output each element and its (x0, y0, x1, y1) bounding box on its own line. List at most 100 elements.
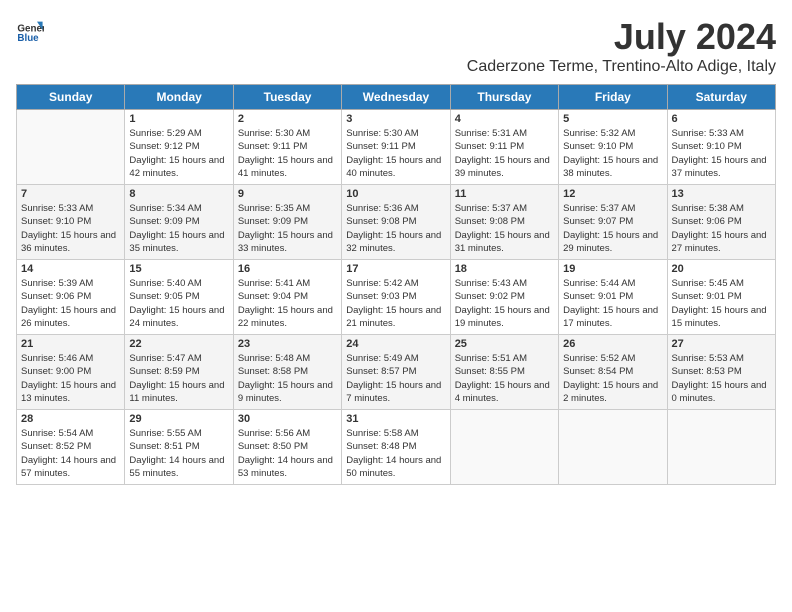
calendar-week-1: 1Sunrise: 5:29 AMSunset: 9:12 PMDaylight… (17, 110, 776, 185)
calendar-cell: 28 Sunrise: 5:54 AMSunset: 8:52 PMDayligh… (17, 410, 125, 485)
day-number: 7 (21, 188, 120, 200)
calendar-cell: 3Sunrise: 5:30 AMSunset: 9:11 PMDaylight… (342, 110, 450, 185)
day-number: 11 (455, 188, 554, 200)
day-number: 18 (455, 263, 554, 275)
calendar-cell: 17 Sunrise: 5:42 AMSunset: 9:03 PMDayligh… (342, 260, 450, 335)
day-number: 24 (346, 338, 445, 350)
day-info: Sunrise: 5:32 AMSunset: 9:10 PMDaylight:… (563, 127, 662, 180)
day-number: 17 (346, 263, 445, 275)
calendar-cell: 18 Sunrise: 5:43 AMSunset: 9:02 PMDayligh… (450, 260, 558, 335)
calendar-cell: 25 Sunrise: 5:51 AMSunset: 8:55 PMDayligh… (450, 335, 558, 410)
weekday-header-saturday: Saturday (667, 85, 775, 110)
day-number: 27 (672, 338, 771, 350)
day-info: Sunrise: 5:55 AMSunset: 8:51 PMDaylight:… (129, 427, 228, 480)
day-info: Sunrise: 5:53 AMSunset: 8:53 PMDaylight:… (672, 352, 771, 405)
calendar-cell: 13 Sunrise: 5:38 AMSunset: 9:06 PMDayligh… (667, 185, 775, 260)
calendar-week-3: 14 Sunrise: 5:39 AMSunset: 9:06 PMDayligh… (17, 260, 776, 335)
calendar-cell: 15Sunrise: 5:40 AMSunset: 9:05 PMDayligh… (125, 260, 233, 335)
calendar-cell: 16 Sunrise: 5:41 AMSunset: 9:04 PMDayligh… (233, 260, 341, 335)
day-number: 14 (21, 263, 120, 275)
calendar-cell: 9Sunrise: 5:35 AMSunset: 9:09 PMDaylight… (233, 185, 341, 260)
calendar-table: SundayMondayTuesdayWednesdayThursdayFrid… (16, 84, 776, 485)
day-info: Sunrise: 5:56 AMSunset: 8:50 PMDaylight:… (238, 427, 337, 480)
day-info: Sunrise: 5:35 AMSunset: 9:09 PMDaylight:… (238, 202, 337, 255)
day-number: 15 (129, 263, 228, 275)
day-info: Sunrise: 5:42 AMSunset: 9:03 PMDaylight:… (346, 277, 445, 330)
day-number: 21 (21, 338, 120, 350)
day-number: 19 (563, 263, 662, 275)
weekday-header-thursday: Thursday (450, 85, 558, 110)
calendar-cell: 27 Sunrise: 5:53 AMSunset: 8:53 PMDayligh… (667, 335, 775, 410)
day-info: Sunrise: 5:43 AMSunset: 9:02 PMDaylight:… (455, 277, 554, 330)
day-number: 16 (238, 263, 337, 275)
day-number: 20 (672, 263, 771, 275)
day-info: Sunrise: 5:46 AMSunset: 9:00 PMDaylight:… (21, 352, 120, 405)
calendar-cell (559, 410, 667, 485)
calendar-cell: 30Sunrise: 5:56 AMSunset: 8:50 PMDayligh… (233, 410, 341, 485)
day-number: 23 (238, 338, 337, 350)
day-info: Sunrise: 5:33 AMSunset: 9:10 PMDaylight:… (672, 127, 771, 180)
calendar-cell (17, 110, 125, 185)
calendar-cell: 31Sunrise: 5:58 AMSunset: 8:48 PMDayligh… (342, 410, 450, 485)
calendar-cell (450, 410, 558, 485)
day-info: Sunrise: 5:33 AMSunset: 9:10 PMDaylight:… (21, 202, 120, 255)
day-number: 28 (21, 413, 120, 425)
logo-icon: General Blue (16, 16, 44, 44)
day-number: 22 (129, 338, 228, 350)
day-number: 25 (455, 338, 554, 350)
calendar-cell: 14 Sunrise: 5:39 AMSunset: 9:06 PMDayligh… (17, 260, 125, 335)
calendar-subtitle: Caderzone Terme, Trentino-Alto Adige, It… (467, 58, 776, 76)
calendar-week-4: 21 Sunrise: 5:46 AMSunset: 9:00 PMDayligh… (17, 335, 776, 410)
calendar-cell: 4Sunrise: 5:31 AMSunset: 9:11 PMDaylight… (450, 110, 558, 185)
title-block: July 2024 Caderzone Terme, Trentino-Alto… (467, 16, 776, 76)
day-info: Sunrise: 5:51 AMSunset: 8:55 PMDaylight:… (455, 352, 554, 405)
calendar-cell: 11Sunrise: 5:37 AMSunset: 9:08 PMDayligh… (450, 185, 558, 260)
calendar-cell (667, 410, 775, 485)
calendar-cell: 20 Sunrise: 5:45 AMSunset: 9:01 PMDayligh… (667, 260, 775, 335)
day-info: Sunrise: 5:37 AMSunset: 9:07 PMDaylight:… (563, 202, 662, 255)
weekday-header-monday: Monday (125, 85, 233, 110)
day-number: 26 (563, 338, 662, 350)
calendar-cell: 6 Sunrise: 5:33 AMSunset: 9:10 PMDaylight… (667, 110, 775, 185)
day-number: 29 (129, 413, 228, 425)
svg-text:Blue: Blue (17, 33, 39, 44)
day-number: 10 (346, 188, 445, 200)
calendar-week-5: 28 Sunrise: 5:54 AMSunset: 8:52 PMDayligh… (17, 410, 776, 485)
day-info: Sunrise: 5:49 AMSunset: 8:57 PMDaylight:… (346, 352, 445, 405)
weekday-header-sunday: Sunday (17, 85, 125, 110)
weekday-header-row: SundayMondayTuesdayWednesdayThursdayFrid… (17, 85, 776, 110)
day-info: Sunrise: 5:29 AMSunset: 9:12 PMDaylight:… (129, 127, 228, 180)
day-number: 3 (346, 113, 445, 125)
calendar-title: July 2024 (467, 16, 776, 58)
calendar-week-2: 7 Sunrise: 5:33 AMSunset: 9:10 PMDaylight… (17, 185, 776, 260)
day-info: Sunrise: 5:38 AMSunset: 9:06 PMDaylight:… (672, 202, 771, 255)
day-info: Sunrise: 5:41 AMSunset: 9:04 PMDaylight:… (238, 277, 337, 330)
day-number: 2 (238, 113, 337, 125)
day-info: Sunrise: 5:54 AMSunset: 8:52 PMDaylight:… (21, 427, 120, 480)
calendar-cell: 1Sunrise: 5:29 AMSunset: 9:12 PMDaylight… (125, 110, 233, 185)
day-info: Sunrise: 5:52 AMSunset: 8:54 PMDaylight:… (563, 352, 662, 405)
calendar-cell: 5 Sunrise: 5:32 AMSunset: 9:10 PMDaylight… (559, 110, 667, 185)
day-number: 5 (563, 113, 662, 125)
day-number: 13 (672, 188, 771, 200)
day-info: Sunrise: 5:31 AMSunset: 9:11 PMDaylight:… (455, 127, 554, 180)
day-info: Sunrise: 5:45 AMSunset: 9:01 PMDaylight:… (672, 277, 771, 330)
calendar-cell: 10 Sunrise: 5:36 AMSunset: 9:08 PMDayligh… (342, 185, 450, 260)
day-number: 6 (672, 113, 771, 125)
calendar-cell: 26 Sunrise: 5:52 AMSunset: 8:54 PMDayligh… (559, 335, 667, 410)
logo: General Blue (16, 16, 44, 44)
day-number: 8 (129, 188, 228, 200)
calendar-cell: 8Sunrise: 5:34 AMSunset: 9:09 PMDaylight… (125, 185, 233, 260)
weekday-header-wednesday: Wednesday (342, 85, 450, 110)
calendar-cell: 7 Sunrise: 5:33 AMSunset: 9:10 PMDaylight… (17, 185, 125, 260)
calendar-cell: 19Sunrise: 5:44 AMSunset: 9:01 PMDayligh… (559, 260, 667, 335)
day-info: Sunrise: 5:30 AMSunset: 9:11 PMDaylight:… (238, 127, 337, 180)
day-info: Sunrise: 5:47 AMSunset: 8:59 PMDaylight:… (129, 352, 228, 405)
day-info: Sunrise: 5:36 AMSunset: 9:08 PMDaylight:… (346, 202, 445, 255)
day-info: Sunrise: 5:58 AMSunset: 8:48 PMDaylight:… (346, 427, 445, 480)
calendar-cell: 12 Sunrise: 5:37 AMSunset: 9:07 PMDayligh… (559, 185, 667, 260)
calendar-cell: 23 Sunrise: 5:48 AMSunset: 8:58 PMDayligh… (233, 335, 341, 410)
day-info: Sunrise: 5:48 AMSunset: 8:58 PMDaylight:… (238, 352, 337, 405)
day-info: Sunrise: 5:39 AMSunset: 9:06 PMDaylight:… (21, 277, 120, 330)
day-number: 12 (563, 188, 662, 200)
